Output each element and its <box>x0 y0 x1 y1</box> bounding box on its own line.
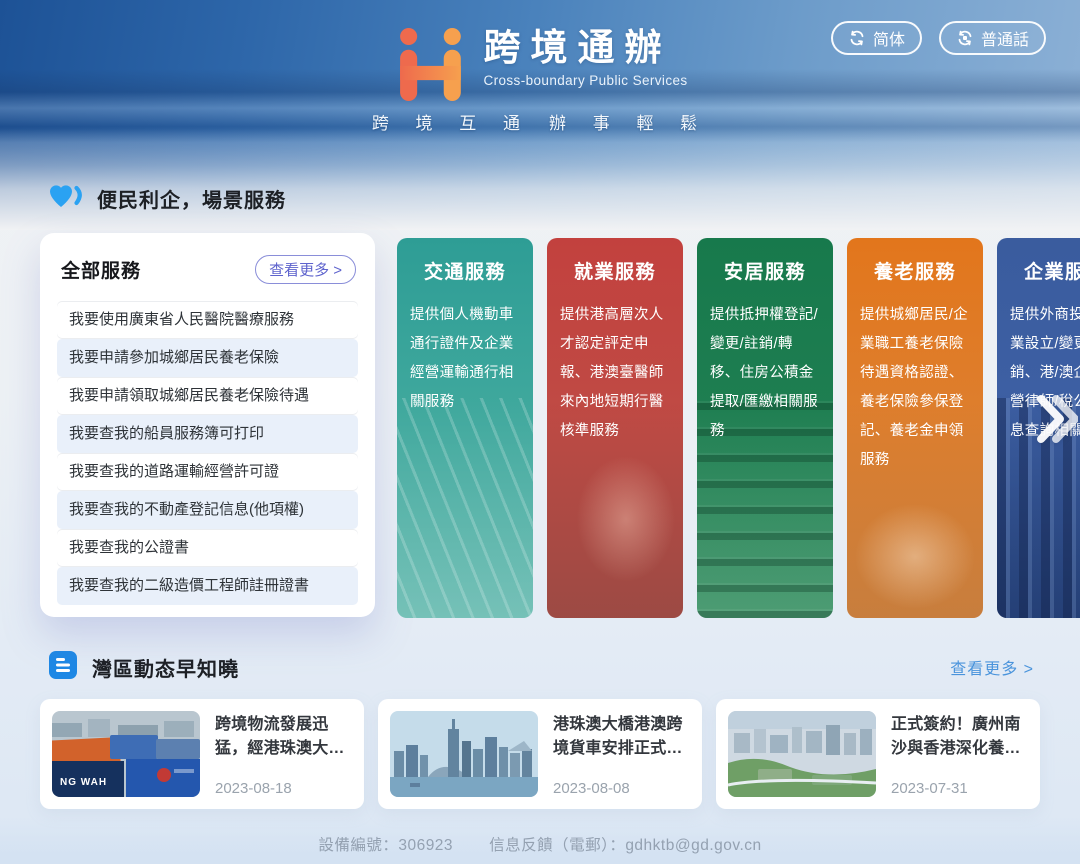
speech-toggle-icon <box>956 29 974 47</box>
service-list-item[interactable]: 我要查我的道路運輸經營許可證 <box>57 453 358 491</box>
services-section-header: 便民利企，場景服務 <box>48 181 286 216</box>
service-list: 我要使用廣東省人民醫院醫療服務 我要申請參加城鄉居民養老保險 我要申請領取城鄉居… <box>57 301 358 605</box>
category-card-employment[interactable]: 就業服務 提供港高層次人才認定評定申報、港澳臺醫師來內地短期行醫核準服務 <box>547 238 683 618</box>
all-services-header: 全部服務 查看更多 > <box>57 233 358 297</box>
heart-icon <box>48 181 84 216</box>
service-list-item[interactable]: 我要查我的公證書 <box>57 529 358 567</box>
category-card-housing[interactable]: 安居服務 提供抵押權登記/變更/註銷/轉移、住房公積金提取/匯繳相關服務 <box>697 238 833 618</box>
hero-banner: 简体 普通話 <box>0 0 1080 230</box>
news-row: NG WAH 跨境物流發展迅猛，經港珠澳大橋出入境貨... 2023-08-18 <box>40 699 1040 809</box>
news-card[interactable]: NG WAH 跨境物流發展迅猛，經港珠澳大橋出入境貨... 2023-08-18 <box>40 699 364 809</box>
simplified-chinese-label: 简体 <box>873 26 905 50</box>
news-more-link[interactable]: 查看更多 > <box>944 654 1040 680</box>
carousel-next-button[interactable] <box>1034 391 1078 447</box>
service-list-item[interactable]: 我要使用廣東省人民醫院醫療服務 <box>57 301 358 339</box>
news-date: 2023-08-08 <box>553 780 690 797</box>
all-services-title: 全部服務 <box>61 256 141 283</box>
service-list-item[interactable]: 我要申請參加城鄉居民養老保險 <box>57 339 358 377</box>
news-title: 港珠澳大橋港澳跨境貨車安排正式實施 <box>553 713 690 761</box>
mandarin-label: 普通話 <box>981 26 1029 50</box>
page: 简体 普通話 <box>0 0 1080 864</box>
news-section-header: 灣區動态早知曉 查看更多 > <box>40 651 1040 683</box>
site-subtitle: Cross-boundary Public Services <box>483 73 687 88</box>
news-date: 2023-07-31 <box>891 780 1028 797</box>
news-section-title: 灣區動态早知曉 <box>92 653 239 682</box>
news-card[interactable]: 正式簽約！廣州南沙與香港深化養老服務合作 2023-07-31 <box>716 699 1040 809</box>
news-thumbnail-city-aerial <box>728 711 876 797</box>
all-services-more-button[interactable]: 查看更多 > <box>255 255 356 284</box>
logo-people-icon <box>392 27 468 101</box>
news-date: 2023-08-18 <box>215 780 352 797</box>
simplified-chinese-button[interactable]: 简体 <box>831 21 922 55</box>
double-chevron-right-icon <box>1034 391 1078 447</box>
service-list-item[interactable]: 我要查我的二級造價工程師詿冊證書 <box>57 567 358 605</box>
news-document-icon <box>48 650 78 685</box>
page-footer: 設備編號：306923 信息反饋（電郵）：gdhktb@gd.gov.cn <box>0 817 1080 864</box>
translate-icon <box>848 29 866 47</box>
news-title: 正式簽約！廣州南沙與香港深化養老服務合作 <box>891 713 1028 761</box>
service-list-item[interactable]: 我要申請領取城鄉居民養老保險待遇 <box>57 377 358 415</box>
service-list-item[interactable]: 我要查我的船員服務簿可打印 <box>57 415 358 453</box>
news-title: 跨境物流發展迅猛，經港珠澳大橋出入境貨... <box>215 713 352 761</box>
news-thumbnail-hong-kong-skyline <box>390 711 538 797</box>
feedback-email: 信息反饋（電郵）：gdhktb@gd.gov.cn <box>489 833 762 855</box>
site-tagline: 跨 境 互 通辦 事 輕 鬆 <box>0 109 1080 134</box>
news-card[interactable]: 港珠澳大橋港澳跨境貨車安排正式實施 2023-08-08 <box>378 699 702 809</box>
category-card-carousel: 交通服務 提供個人機動車通行證件及企業經營運輸通行相關服務 就業服務 提供港高層… <box>397 238 1080 618</box>
services-row: 全部服務 查看更多 > 我要使用廣東省人民醫院醫療服務 我要申請參加城鄉居民養老… <box>40 233 1040 618</box>
mandarin-button[interactable]: 普通話 <box>939 21 1046 55</box>
main-content: 全部服務 查看更多 > 我要使用廣東省人民醫院醫療服務 我要申請參加城鄉居民養老… <box>0 233 1080 809</box>
news-thumbnail-container-trucks: NG WAH <box>52 711 200 797</box>
service-list-item[interactable]: 我要查我的不動產登記信息(他項權) <box>57 491 358 529</box>
site-logo: 跨境通辦 Cross-boundary Public Services <box>392 27 687 101</box>
device-number: 設備編號：306923 <box>318 833 453 855</box>
category-card-elderly[interactable]: 養老服務 提供城鄉居民/企業職工養老保險待遇資格認證、養老保險參保登記、養老金申… <box>847 238 983 618</box>
language-buttons: 简体 普通話 <box>831 21 1046 55</box>
services-section-title: 便民利企，場景服務 <box>97 184 286 213</box>
category-card-transport[interactable]: 交通服務 提供個人機動車通行證件及企業經營運輸通行相關服務 <box>397 238 533 618</box>
all-services-panel: 全部服務 查看更多 > 我要使用廣東省人民醫院醫療服務 我要申請參加城鄉居民養老… <box>40 233 375 617</box>
site-title: 跨境通辦 <box>483 27 687 70</box>
svg-text:NG WAH: NG WAH <box>60 777 107 788</box>
